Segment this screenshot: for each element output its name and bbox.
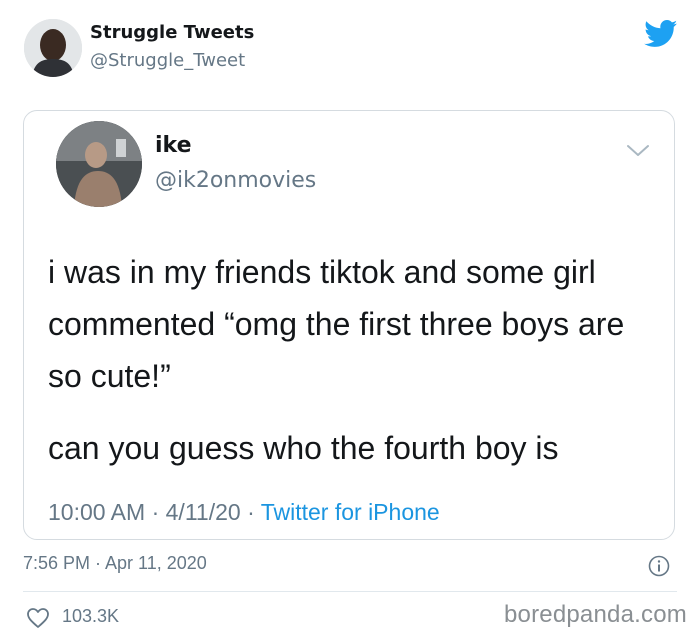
meta-separator: ·: [247, 499, 255, 525]
quoted-tweet-text: i was in my friends tiktok and some girl…: [48, 254, 625, 394]
author-name[interactable]: Struggle Tweets: [90, 22, 254, 43]
quoted-author-name[interactable]: ike: [155, 133, 192, 158]
meta-separator: ·: [151, 499, 160, 525]
quoted-tweet-meta: 10:00 AM · 4/11/20 · Twitter for iPhone: [48, 499, 440, 526]
like-count[interactable]: 103.3K: [62, 606, 119, 627]
info-icon[interactable]: [648, 555, 670, 577]
quoted-tweet-date[interactable]: 4/11/20: [166, 499, 241, 525]
source-watermark: boredpanda.com: [504, 601, 687, 628]
author-handle[interactable]: @Struggle_Tweet: [90, 50, 245, 71]
author-avatar[interactable]: [24, 19, 82, 77]
quoted-author-avatar[interactable]: [56, 121, 142, 207]
chevron-down-icon[interactable]: [624, 143, 652, 159]
quoted-tweet-text-followup: can you guess who the fourth boy is: [48, 430, 559, 466]
quoted-tweet-source-link[interactable]: Twitter for iPhone: [261, 499, 440, 525]
twitter-bird-icon[interactable]: [644, 20, 678, 48]
heart-icon[interactable]: [26, 607, 50, 629]
quoted-author-handle[interactable]: @ik2onmovies: [155, 168, 316, 193]
author-avatar-image: [24, 19, 82, 77]
quoted-avatar-image: [56, 121, 142, 207]
tweet-timestamp[interactable]: 7:56 PM · Apr 11, 2020: [23, 553, 207, 574]
footer-divider: [23, 591, 677, 592]
quoted-tweet-time[interactable]: 10:00 AM: [48, 499, 145, 525]
